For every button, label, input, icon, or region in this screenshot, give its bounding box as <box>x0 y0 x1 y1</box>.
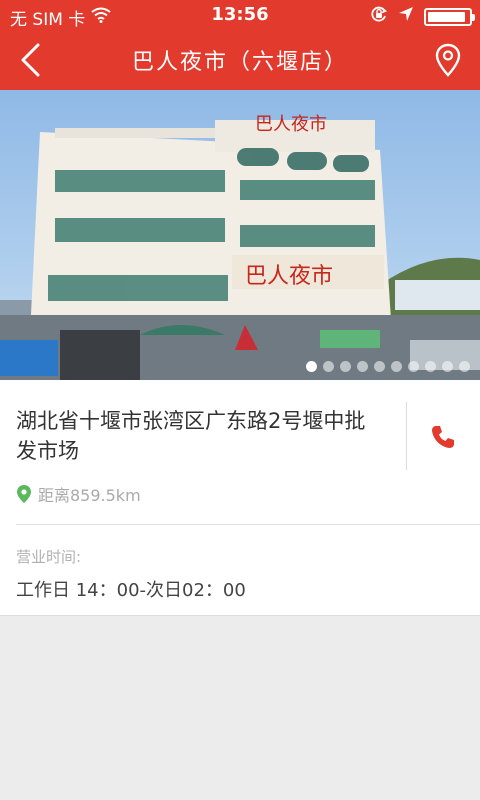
business-hours-value: 工作日 14：00-次日02：00 <box>16 580 246 601</box>
store-photo-carousel[interactable]: 巴人夜市 巴人夜市 <box>0 90 480 380</box>
location-pin-icon <box>17 485 31 503</box>
carousel-dot[interactable] <box>323 361 334 372</box>
rooftop-sign-text: 巴人夜市 <box>255 114 327 135</box>
carousel-dot[interactable] <box>459 361 470 372</box>
app-header: 无 SIM 卡 13:56 巴人夜市（六堰店） <box>0 0 480 90</box>
business-hours-label: 营业时间: <box>16 548 82 566</box>
carousel-dot[interactable] <box>306 361 317 372</box>
carousel-dot[interactable] <box>357 361 368 372</box>
carousel-dot[interactable] <box>408 361 419 372</box>
distance-row: 距离859.5km <box>16 482 141 506</box>
vertical-divider <box>406 402 407 470</box>
map-pin-icon <box>435 43 461 77</box>
store-address: 湖北省十堰市张湾区广东路2号堰中批发市场 <box>16 409 366 463</box>
carousel-dot[interactable] <box>391 361 402 372</box>
distance-text: 距离859.5km <box>38 486 141 505</box>
carousel-dots <box>306 361 470 372</box>
status-right <box>370 5 475 28</box>
map-location-button[interactable] <box>428 40 468 80</box>
phone-icon <box>432 426 454 448</box>
nav-bar: 巴人夜市（六堰店） <box>0 30 480 90</box>
location-arrow-icon <box>398 6 414 27</box>
page-title: 巴人夜市（六堰店） <box>131 50 348 75</box>
store-info-card: 湖北省十堰市张湾区广东路2号堰中批发市场 距离859.5km 营业时间: 工作日… <box>0 380 480 616</box>
battery-fill <box>428 11 465 22</box>
carousel-dot[interactable] <box>425 361 436 372</box>
horizontal-divider <box>16 524 480 525</box>
hero-sign-text: 巴人夜市 <box>245 264 333 289</box>
rotation-lock-icon <box>370 5 388 28</box>
store-building-photo: 巴人夜市 巴人夜市 <box>0 90 480 380</box>
carousel-dot[interactable] <box>374 361 385 372</box>
carousel-dot[interactable] <box>340 361 351 372</box>
carousel-dot[interactable] <box>442 361 453 372</box>
call-button[interactable] <box>418 414 468 460</box>
status-bar: 无 SIM 卡 13:56 <box>0 0 480 30</box>
battery-icon <box>424 7 475 26</box>
